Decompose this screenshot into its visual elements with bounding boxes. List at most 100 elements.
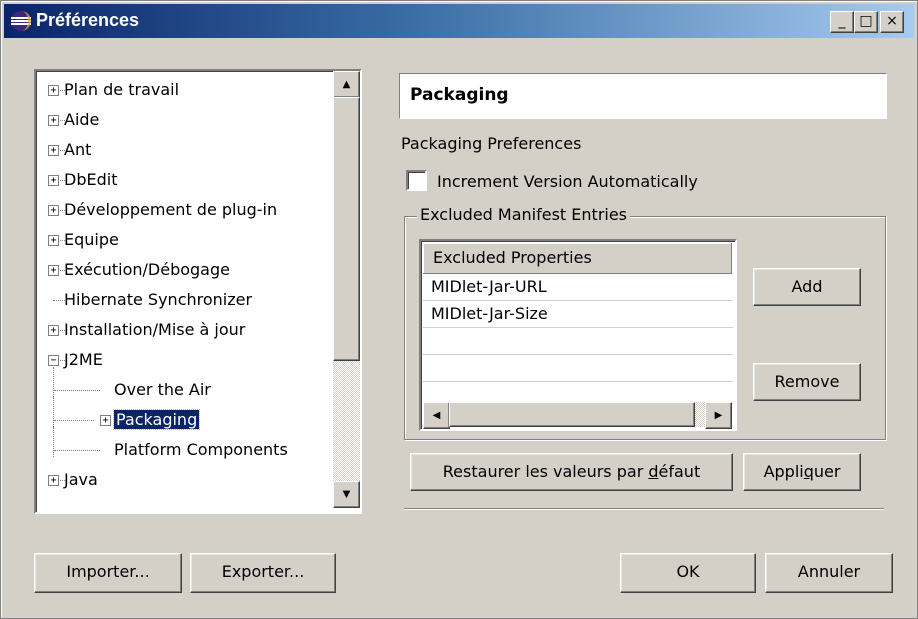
window-title: Préférences [36, 10, 140, 30]
horizontal-scroll-thumb[interactable] [449, 402, 695, 427]
tree-item-label: Hibernate Synchronizer [64, 290, 253, 309]
increment-version-label[interactable]: Increment Version Automatically [437, 172, 698, 191]
tree-item[interactable]: Over the Air [114, 375, 211, 405]
export-button[interactable]: Exporter... [190, 553, 336, 593]
tree-item[interactable]: Développement de plug-in [64, 195, 277, 225]
expand-icon[interactable]: + [48, 325, 59, 336]
expand-icon[interactable]: + [48, 175, 59, 186]
minimize-button[interactable]: _ [830, 11, 854, 33]
tree-item[interactable]: Plan de travail [64, 75, 179, 105]
tree-connector [53, 427, 54, 457]
arrow-left-icon: ◀ [432, 410, 441, 421]
apply-button[interactable]: Appliquer [743, 453, 861, 491]
import-button-label: Importer... [66, 562, 150, 581]
arrow-right-icon: ▶ [714, 410, 723, 421]
ok-button-label: OK [676, 562, 700, 581]
tree-connector [53, 397, 54, 427]
maximize-icon: □ [859, 13, 873, 29]
tree-item-label: J2ME [64, 350, 103, 369]
expand-icon[interactable]: + [48, 265, 59, 276]
collapse-icon[interactable]: − [48, 355, 59, 366]
increment-version-checkbox[interactable] [406, 170, 427, 191]
tree-vertical-scrollbar[interactable]: ▲ ▼ [333, 71, 360, 508]
preferences-dialog: Préférences _ □ × + Plan de travail + Aide +… [0, 0, 918, 619]
tree-item[interactable]: Aide [64, 105, 99, 135]
tree-item-label: DbEdit [64, 170, 118, 189]
separator [404, 508, 884, 510]
maximize-button[interactable]: □ [854, 11, 878, 33]
preferences-tree[interactable]: + Plan de travail + Aide + Ant + DbEdit + Dévelop… [34, 69, 362, 514]
arrow-up-icon: ▲ [342, 79, 351, 90]
scroll-thumb[interactable] [333, 97, 360, 361]
tree-item-label: Java [64, 470, 98, 489]
remove-button-label: Remove [774, 372, 840, 391]
title-bar[interactable]: Préférences _ □ × [4, 4, 914, 38]
tree-item-label: Installation/Mise à jour [64, 320, 246, 339]
tree-item[interactable]: Installation/Mise à jour [64, 315, 245, 345]
scroll-up-button[interactable]: ▲ [333, 71, 360, 98]
section-label: Packaging Preferences [401, 134, 582, 153]
restore-defaults-button[interactable]: Restaurer les valeurs par défaut [410, 453, 733, 491]
tree-connector [53, 367, 54, 397]
page-title: Packaging [410, 85, 509, 105]
expand-icon[interactable]: + [48, 85, 59, 96]
tree-item-label: Over the Air [114, 380, 211, 399]
add-button-label: Add [791, 277, 823, 296]
expand-icon[interactable]: + [48, 145, 59, 156]
scroll-right-button[interactable]: ▶ [705, 402, 732, 429]
tree-connector [54, 450, 100, 451]
export-button-label: Exporter... [221, 562, 305, 581]
tree-item[interactable]: DbEdit [64, 165, 117, 195]
expand-icon[interactable]: + [48, 475, 59, 486]
tree-item[interactable]: Equipe [64, 225, 119, 255]
cancel-button-label: Annuler [797, 562, 861, 581]
tree-item[interactable]: Ant [64, 135, 91, 165]
table-row[interactable]: MIDlet-Jar-URL [423, 274, 733, 301]
tree-item-label: Aide [64, 110, 100, 129]
tree-item[interactable]: Exécution/Débogage [64, 255, 230, 285]
tree-item-label: Plan de travail [64, 80, 180, 99]
table-row[interactable]: MIDlet-Jar-Size [423, 301, 733, 328]
table-row-empty [423, 328, 733, 355]
expand-icon[interactable]: + [100, 415, 111, 426]
column-header-excluded-properties: Excluded Properties [433, 248, 592, 267]
restore-defaults-label: Restaurer les valeurs par défaut [442, 462, 701, 481]
tree-item[interactable]: Java [64, 465, 98, 495]
cancel-button[interactable]: Annuler [765, 553, 893, 593]
table-cell: MIDlet-Jar-Size [431, 304, 548, 323]
table-horizontal-scrollbar[interactable]: ◀ ▶ [423, 402, 732, 429]
table-cell: MIDlet-Jar-URL [431, 277, 547, 296]
table-header[interactable]: Excluded Properties [423, 243, 732, 274]
tree-item[interactable]: Packaging [112, 405, 201, 435]
tree-item-label: Platform Components [114, 440, 288, 459]
expand-icon[interactable]: + [48, 235, 59, 246]
page-header: Packaging [399, 73, 887, 119]
tree-item[interactable]: J2ME [64, 345, 103, 375]
ok-button[interactable]: OK [620, 553, 756, 593]
tree-item-label: Equipe [64, 230, 119, 249]
excluded-properties-table[interactable]: Excluded Properties MIDlet-Jar-URL MIDle… [419, 239, 737, 431]
tree-connector [54, 390, 100, 391]
minimize-icon: _ [838, 13, 846, 29]
tree-item-label: Développement de plug-in [64, 200, 278, 219]
tree-connector [54, 420, 94, 421]
add-button[interactable]: Add [753, 268, 861, 306]
scroll-left-button[interactable]: ◀ [423, 402, 450, 429]
table-row-empty [423, 355, 733, 382]
import-button[interactable]: Importer... [34, 553, 182, 593]
close-icon: × [886, 13, 898, 29]
tree-item[interactable]: Hibernate Synchronizer [64, 285, 252, 315]
expand-icon[interactable]: + [48, 115, 59, 126]
tree-item-label: Exécution/Débogage [64, 260, 230, 279]
tree-item[interactable]: Platform Components [114, 435, 288, 465]
remove-button[interactable]: Remove [753, 363, 861, 401]
eclipse-app-icon [11, 11, 31, 31]
scroll-down-button[interactable]: ▼ [333, 481, 360, 508]
expand-icon[interactable]: + [48, 205, 59, 216]
apply-label: Appliquer [763, 462, 841, 481]
close-button[interactable]: × [880, 11, 904, 33]
tree-item-label: Packaging [112, 409, 201, 430]
arrow-down-icon: ▼ [342, 489, 351, 500]
group-label: Excluded Manifest Entries [417, 205, 631, 224]
tree-item-label: Ant [64, 140, 92, 159]
